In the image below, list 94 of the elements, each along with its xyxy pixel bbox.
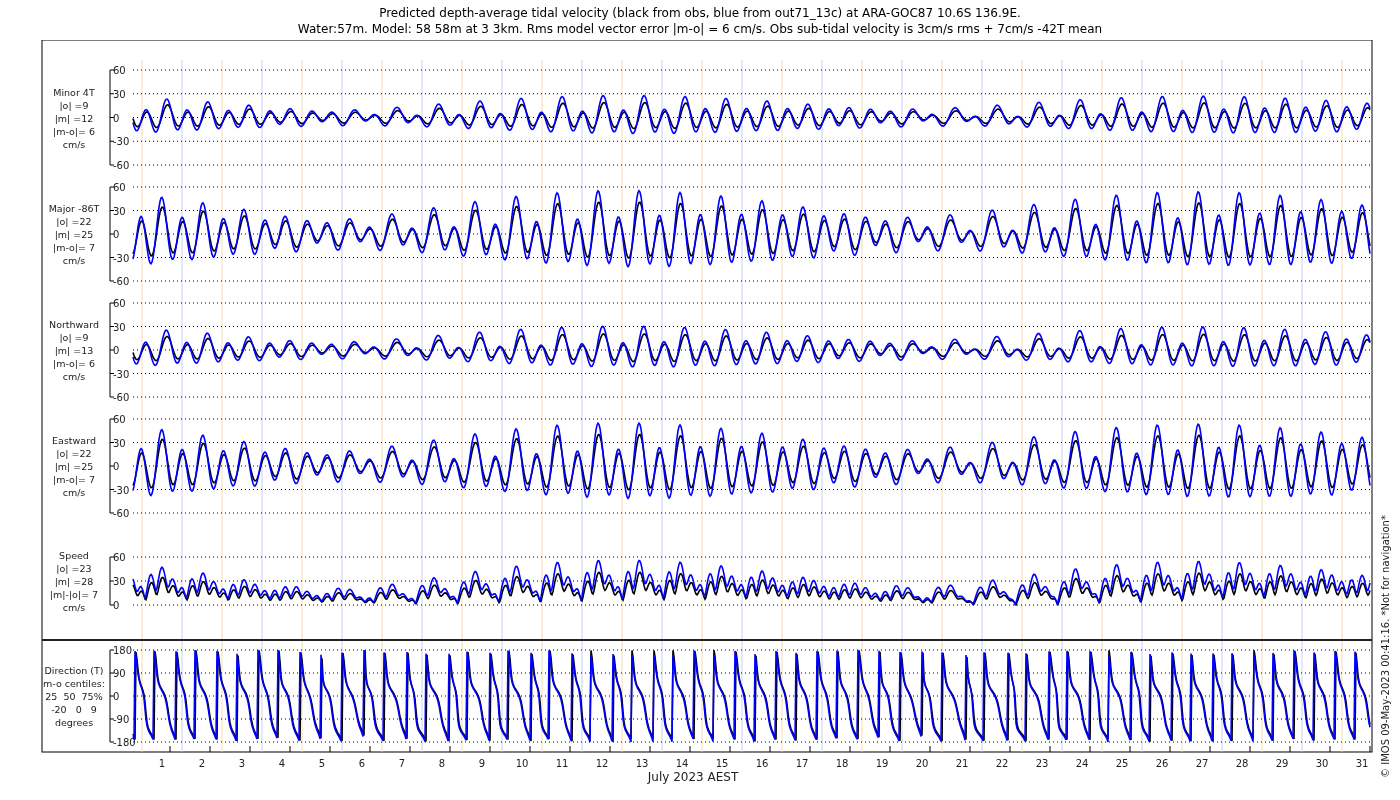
axis-tick-label: 20 [915,758,929,769]
axis-tick-label: 1 [158,758,166,769]
axis-tick-label: 30 [113,576,126,587]
axis-tick-label: 8 [438,758,446,769]
panel-label: |m| =28 [54,576,94,587]
axis-tick-label: 180 [113,645,133,656]
axis-tick-label: 17 [795,758,809,769]
axis-tick-label: -30 [113,368,130,380]
panel-label: |m|-|o|= 7 [49,589,99,600]
y-axis-line [109,556,111,606]
axis-tick-label: 0 [113,600,120,611]
panel-label: |o| =9 [59,99,89,111]
axis-tick-label: 29 [1275,758,1289,769]
axis-tick-label: 30 [1315,758,1329,769]
chart-title: Predicted depth-average tidal velocity (black from obs, blue from out71_13c) at ARA-GOC87 10.6S 136.9E. [379,5,1021,21]
axis-tick-label: 4 [278,758,286,769]
panel-label: -20 0 9 [51,704,97,715]
panel-label: |m| =12 [54,112,94,124]
axis-tick-label: 0 [113,691,120,702]
axis-tick-label: 16 [755,758,769,769]
panel-label: |o| =23 [56,563,92,574]
panel-label: Speed [59,550,89,561]
axis-tick-label: 3 [238,758,246,769]
axis-tick-label: 0 [113,229,120,240]
axis-tick-label: 24 [1075,758,1089,769]
axis-tick-label: 5 [318,758,326,769]
panel-label: cm/s [62,255,86,266]
panel-label: Major -86T [48,203,100,214]
x-axis-label: July 2023 AEST [647,770,739,784]
axis-tick-label: 30 [113,205,126,217]
panel-label: cm/s [62,487,86,498]
panel-label: degrees [54,717,94,728]
axis-tick-label: 23 [1035,758,1049,769]
panel-label: |m-o|= 6 [52,125,96,137]
axis-tick-label: 27 [1195,758,1209,769]
panel-label: |o| =22 [56,216,92,227]
axis-tick-label: 13 [635,758,649,769]
axis-tick-label: 7 [398,758,406,769]
axis-tick-label: 60 [113,182,126,193]
axis-tick-label: -180 [113,737,136,748]
panel-label: Northward [49,319,99,330]
panel-label: |m-o|= 7 [52,242,96,253]
panel-label: Eastward [52,435,96,446]
axis-tick-label: -60 [113,160,130,171]
axis-tick-label: -60 [113,508,130,519]
axis-tick-label: -90 [113,714,130,725]
panel-label: |m-o|= 7 [52,474,96,485]
axis-tick-label: -60 [113,392,130,403]
axis-tick-label: 90 [113,668,126,679]
axis-tick-label: -30 [113,252,130,264]
axis-tick-label: 19 [875,758,889,769]
panel-label: |m| =25 [54,461,94,472]
axis-tick-label: 18 [835,758,849,769]
axis-tick-label: 60 [113,552,126,563]
panel-label: |m| =13 [54,345,94,356]
axis-tick-label: 2 [198,758,206,769]
axis-tick-label: 28 [1235,758,1249,769]
axis-tick-label: 12 [595,758,609,769]
axis-tick-label: 6 [358,758,366,769]
axis-tick-label: 0 [113,345,120,356]
axis-tick-label: 60 [113,414,126,425]
panel-label: |m-o|= 6 [52,358,96,369]
panel-label: Direction (T) [44,665,104,676]
panel-label: |o| =9 [59,332,89,343]
panel-label: cm/s [62,602,86,613]
panel-label: cm/s [62,138,86,150]
axis-tick-label: 0 [113,461,120,472]
panel-label: |m| =25 [54,229,94,240]
axis-tick-label: 30 [113,88,126,100]
axis-tick-label: 25 [1115,758,1129,769]
axis-tick-label: 22 [995,758,1009,769]
axis-tick-label: -30 [113,136,130,148]
axis-tick-label: 60 [113,65,126,76]
axis-tick-label: -30 [113,484,130,496]
panel-label: Minor 4T [53,86,95,98]
axis-tick-label: 31 [1355,758,1369,769]
panel-label: m-o centiles: [43,678,105,689]
axis-tick-label: 30 [113,437,126,449]
axis-tick-label: 26 [1155,758,1169,769]
axis-tick-label: 21 [955,758,969,769]
panel-label: 25 50 75% [45,691,103,702]
axis-tick-label: 30 [113,321,126,333]
axis-tick-label: 15 [715,758,729,769]
axis-tick-label: 14 [675,758,689,769]
axis-tick-label: 10 [515,758,529,769]
axis-tick-label: 60 [113,298,126,309]
panel-label: |o| =22 [56,448,92,459]
chart-title: Water:57m. Model: 58 58m at 3 3km. Rms model vector error |m-o| = 6 cm/s. Obs sub-tidal velocity is 3cm/s rms + 7cm/s -42T mean [297,21,1103,37]
axis-tick-label: -60 [113,276,130,287]
axis-tick-label: 11 [555,758,569,769]
credit-text: © IMOS 09-May-2023 00:41:16. *Not for navigation* [1380,515,1391,778]
axis-tick-label: 9 [478,758,486,769]
axis-tick-label: 0 [113,112,120,124]
panel-label: cm/s [62,371,86,382]
